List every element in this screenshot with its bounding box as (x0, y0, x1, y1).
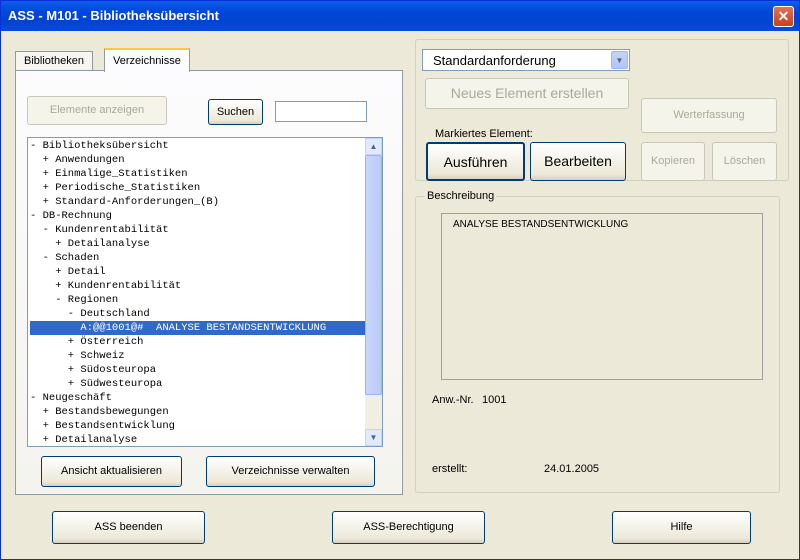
tree-item[interactable]: - Bibliotheksübersicht (30, 139, 366, 153)
tree-item-selected[interactable]: A:@@1001@# ANALYSE BESTANDSENTWICKLUNG (30, 321, 366, 335)
loeschen-button[interactable]: Löschen (712, 142, 777, 181)
tab-verzeichnisse[interactable]: Verzeichnisse (104, 48, 190, 72)
window-title: ASS - M101 - Bibliotheksübersicht (8, 8, 219, 23)
hilfe-button[interactable]: Hilfe (612, 511, 751, 544)
anw-nr-value: 1001 (482, 394, 507, 406)
close-button[interactable]: ✕ (773, 6, 794, 27)
tree-item[interactable]: - Neugeschäft (30, 391, 366, 405)
directory-tree[interactable]: - Bibliotheksübersicht + Anwendungen + E… (27, 137, 383, 447)
tree-item[interactable]: + Kundenrentabilität (30, 279, 366, 293)
combo-value: Standardanforderung (433, 53, 556, 68)
tree-item[interactable]: - Kundenrentabilität (30, 223, 366, 237)
markiertes-element-label: Markiertes Element: (435, 128, 533, 140)
tree-item[interactable]: + Schweiz (30, 349, 366, 363)
scroll-thumb[interactable] (365, 155, 382, 395)
tree-item[interactable]: + Südwesteuropa (30, 377, 366, 391)
tree-scrollbar[interactable]: ▲ ▼ (365, 138, 382, 446)
tree-item[interactable]: + Detail (30, 265, 366, 279)
tree-item[interactable]: + Einmalige_Statistiken (30, 167, 366, 181)
tree-item[interactable]: - DB-Rechnung (30, 209, 366, 223)
description-text: ANALYSE BESTANDSENTWICKLUNG (453, 219, 629, 230)
search-input[interactable] (275, 101, 367, 122)
ansicht-aktualisieren-button[interactable]: Ansicht aktualisieren (41, 456, 182, 487)
description-box: ANALYSE BESTANDSENTWICKLUNG (441, 213, 763, 380)
tree-item[interactable]: + Periodische_Statistiken (30, 181, 366, 195)
tree-item[interactable]: + Standard-Anforderungen_(B) (30, 195, 366, 209)
close-icon: ✕ (777, 8, 790, 24)
tree-item[interactable]: + Österreich (30, 335, 366, 349)
main-window: ASS - M101 - Bibliotheksübersicht ✕ Bibl… (0, 0, 800, 560)
tree-item[interactable]: + Detailanalyse (30, 433, 366, 446)
ass-beenden-button[interactable]: ASS beenden (52, 511, 205, 544)
title-bar[interactable]: ASS - M101 - Bibliotheksübersicht ✕ (1, 1, 799, 31)
ass-berechtigung-button[interactable]: ASS-Berechtigung (332, 511, 485, 544)
neues-element-button[interactable]: Neues Element erstellen (425, 78, 629, 109)
elemente-anzeigen-button[interactable]: Elemente anzeigen (27, 96, 167, 125)
suchen-button[interactable]: Suchen (208, 99, 263, 125)
erstellt-label: erstellt: (432, 463, 468, 475)
tree-item[interactable]: + Bestandsbewegungen (30, 405, 366, 419)
tree-item[interactable]: + Südosteuropa (30, 363, 366, 377)
ausfuehren-button[interactable]: Ausführen (426, 142, 525, 181)
tree-item[interactable]: - Schaden (30, 251, 366, 265)
tree-item[interactable]: - Deutschland (30, 307, 366, 321)
erstellt-value: 24.01.2005 (544, 463, 600, 475)
kopieren-button[interactable]: Kopieren (641, 142, 705, 181)
beschreibung-label: Beschreibung (425, 190, 497, 202)
scroll-down-button[interactable]: ▼ (365, 429, 382, 446)
werterfassung-button[interactable]: Werterfassung (641, 98, 777, 133)
tree-item[interactable]: + Anwendungen (30, 153, 366, 167)
chevron-down-icon: ▼ (615, 56, 624, 65)
combo-dropdown-button[interactable]: ▼ (611, 51, 628, 69)
verzeichnisse-verwalten-button[interactable]: Verzeichnisse verwalten (206, 456, 375, 487)
anforderung-combo[interactable]: Standardanforderung ▼ (422, 49, 630, 71)
chevron-up-icon: ▲ (369, 142, 378, 151)
bearbeiten-button[interactable]: Bearbeiten (530, 142, 626, 181)
anw-nr-label: Anw.-Nr. (432, 394, 474, 406)
tree-item[interactable]: + Detailanalyse (30, 237, 366, 251)
tree-item[interactable]: + Bestandsentwicklung (30, 419, 366, 433)
chevron-down-icon: ▼ (369, 433, 378, 442)
tab-bibliotheken[interactable]: Bibliotheken (15, 51, 93, 71)
tree-item[interactable]: - Regionen (30, 293, 366, 307)
scroll-up-button[interactable]: ▲ (365, 138, 382, 155)
